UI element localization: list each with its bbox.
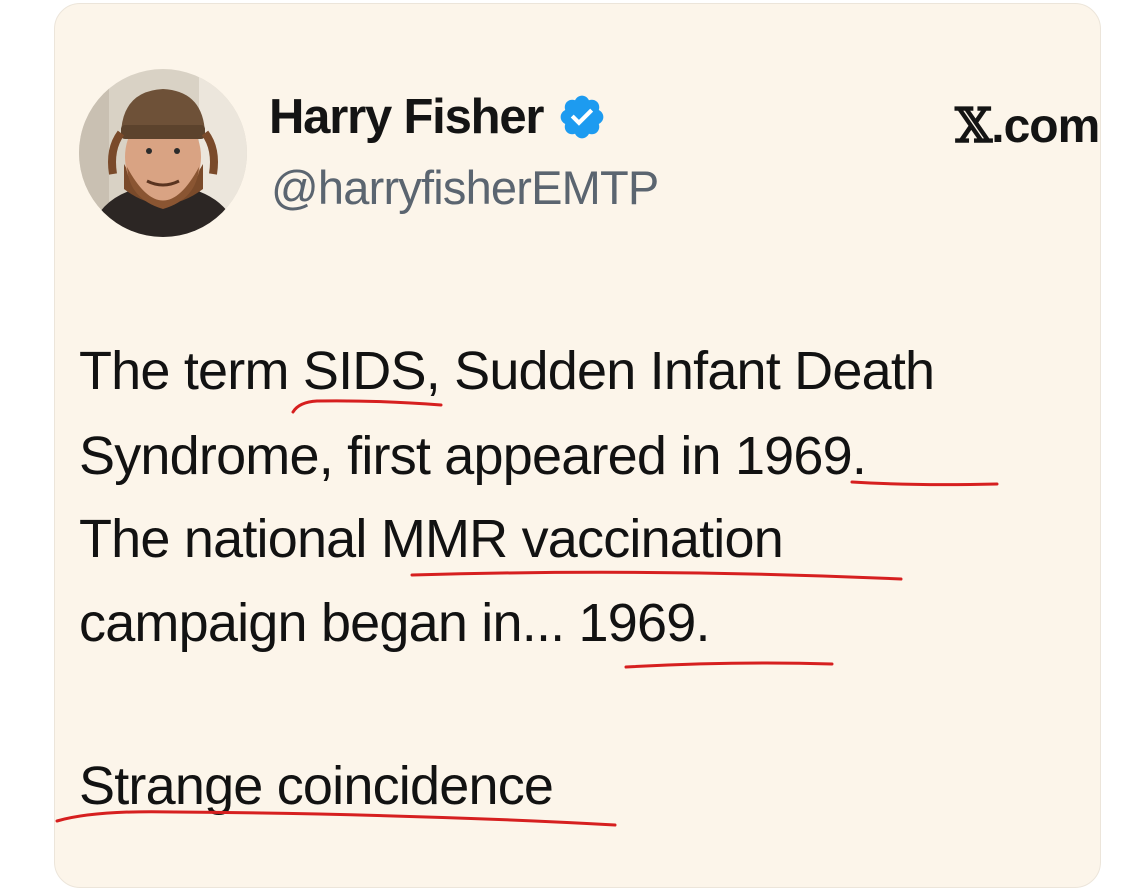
underline-mmr-vaccination [410, 570, 903, 581]
underline-strange-coincidence [55, 810, 617, 827]
underline-sids [291, 399, 443, 414]
underline-1969-first [850, 480, 999, 487]
post-card: Harry Fisher @harryfisherEMTP 𝕏.com The … [54, 3, 1101, 888]
handdrawn-underlines [55, 399, 999, 827]
underline-1969-second [624, 661, 834, 669]
